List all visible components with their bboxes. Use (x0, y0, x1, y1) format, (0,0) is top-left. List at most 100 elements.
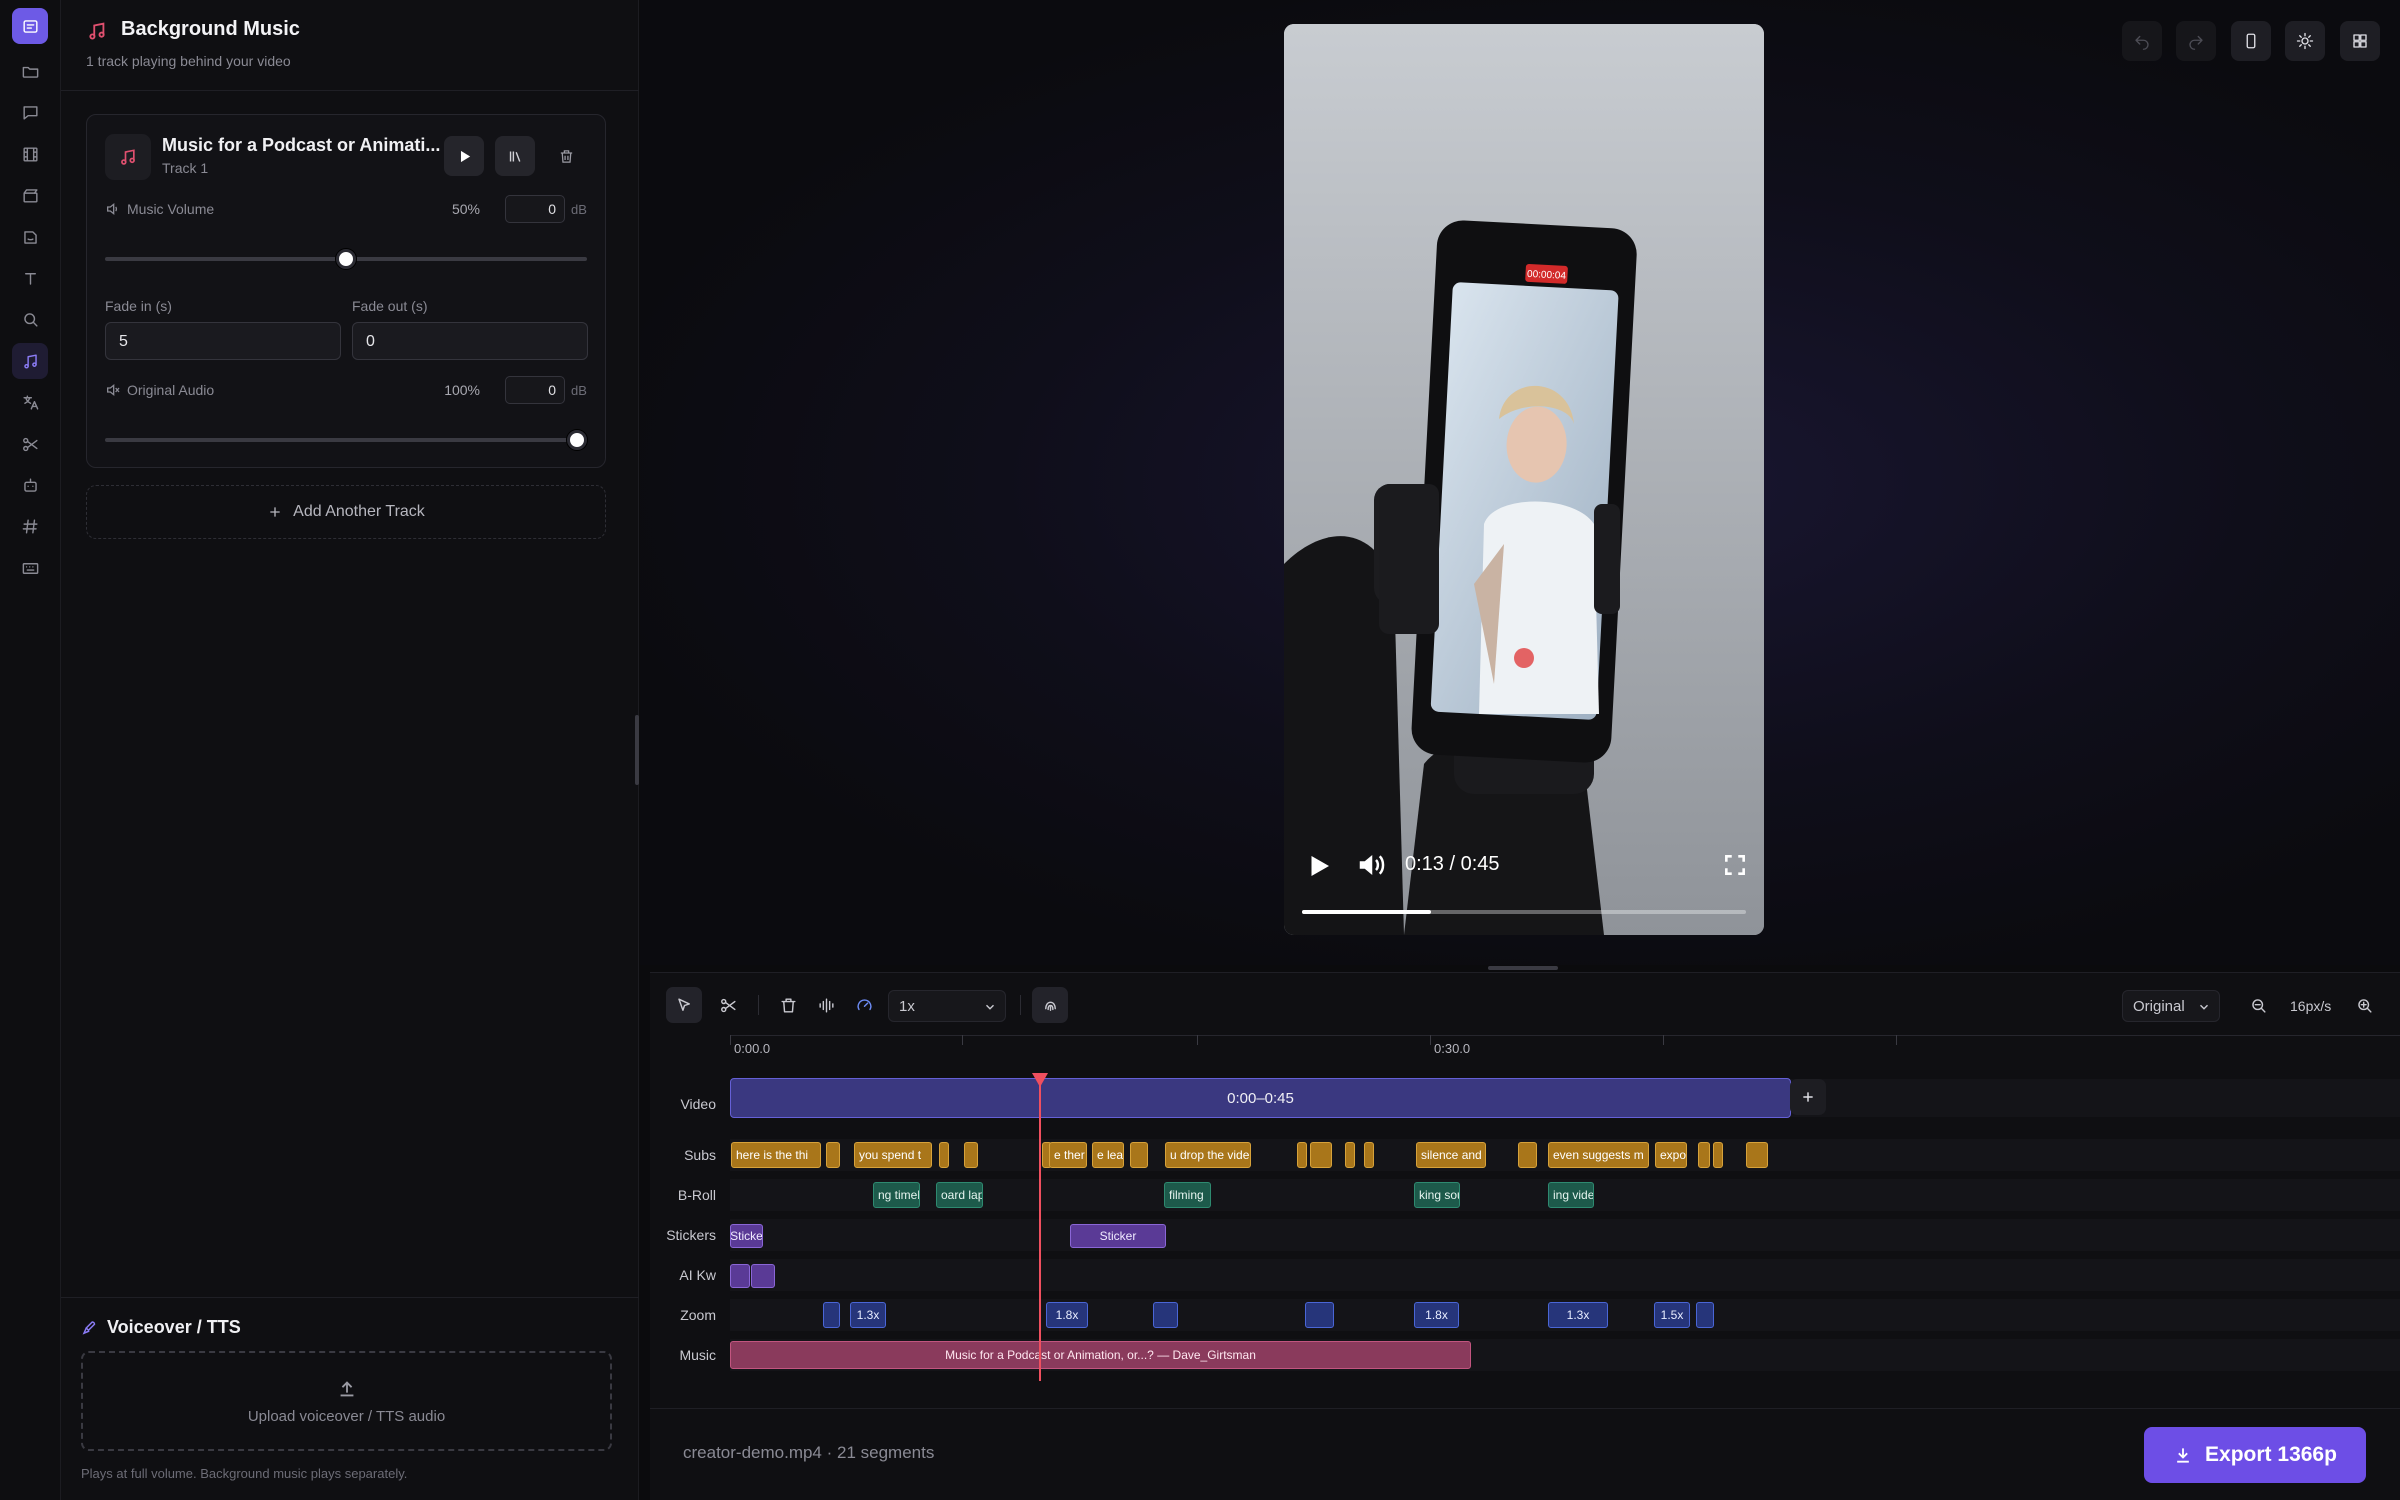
folder-icon[interactable] (12, 53, 48, 89)
zoom-clip[interactable] (1153, 1302, 1178, 1328)
panel-resize-handle[interactable] (635, 715, 639, 785)
subtitle-clip[interactable] (1746, 1142, 1768, 1168)
subtitle-clip[interactable]: e leas (1092, 1142, 1124, 1168)
aspect-ratio-button[interactable] (2231, 21, 2271, 61)
zoom-clip[interactable]: 1.5x (1654, 1302, 1690, 1328)
add-video-clip-button[interactable] (1790, 1079, 1826, 1115)
robot-icon[interactable] (12, 467, 48, 503)
keyboard-icon[interactable] (12, 550, 48, 586)
music-icon[interactable] (12, 343, 48, 379)
subtitle-clip[interactable]: u drop the vide (1165, 1142, 1251, 1168)
play-track-button[interactable] (444, 136, 484, 176)
playhead-handle[interactable] (1032, 1073, 1048, 1087)
playhead[interactable] (1039, 1073, 1041, 1381)
library-button[interactable] (495, 136, 535, 176)
subtitle-clip[interactable]: expo (1655, 1142, 1687, 1168)
panel-title: Background Music (121, 18, 300, 40)
subtitle-clip[interactable] (964, 1142, 978, 1168)
timeline-resize-handle[interactable] (1488, 966, 1558, 970)
delete-clip-button[interactable] (770, 987, 806, 1023)
fullscreen-icon[interactable] (1722, 852, 1748, 878)
zoom-out-button[interactable] (2240, 987, 2276, 1023)
row-label-subs: Subs (684, 1147, 716, 1163)
original-audio-slider[interactable] (105, 438, 587, 442)
sticker-clip[interactable]: Sticker (1070, 1224, 1166, 1248)
zoom-clip[interactable]: 1.8x (1414, 1302, 1459, 1328)
zoom-clip[interactable] (823, 1302, 840, 1328)
broll-clip[interactable]: ng timel (873, 1182, 920, 1208)
zoom-clip[interactable] (1696, 1302, 1714, 1328)
subtitle-clip[interactable] (1518, 1142, 1537, 1168)
toolbar-separator (758, 995, 759, 1015)
music-volume-thumb[interactable] (336, 249, 356, 269)
theme-toggle-button[interactable] (2285, 21, 2325, 61)
original-audio-db-input[interactable]: 0 (505, 376, 565, 404)
fade-out-label: Fade out (s) (352, 298, 428, 314)
video-clip[interactable]: 0:00–0:45 (730, 1078, 1791, 1118)
add-another-track-button[interactable]: Add Another Track (86, 485, 606, 539)
subtitle-clip[interactable]: even suggests m (1548, 1142, 1649, 1168)
subtitle-clip[interactable] (1297, 1142, 1307, 1168)
subtitle-clip[interactable]: here is the thi (731, 1142, 821, 1168)
zoom-clip[interactable] (1305, 1302, 1334, 1328)
track-name: Music for a Podcast or Animati... (162, 135, 441, 155)
quality-select[interactable]: Original (2122, 990, 2220, 1022)
redo-button[interactable] (2176, 21, 2216, 61)
text-icon[interactable] (12, 260, 48, 296)
undo-button[interactable] (2122, 21, 2162, 61)
original-audio-thumb[interactable] (567, 430, 587, 450)
select-tool-button[interactable] (666, 987, 702, 1023)
panel-subtitle: 1 track playing behind your video (86, 53, 291, 69)
film-icon[interactable] (12, 136, 48, 172)
subtitle-clip[interactable]: you spend t (854, 1142, 932, 1168)
hashtag-icon[interactable] (12, 508, 48, 544)
video-play-button[interactable] (1304, 851, 1334, 881)
zoom-clip[interactable]: 1.3x (1548, 1302, 1608, 1328)
subtitle-clip[interactable] (1345, 1142, 1355, 1168)
split-tool-button[interactable] (710, 987, 746, 1023)
fade-in-input[interactable]: 5 (105, 322, 341, 360)
clapper-icon[interactable] (12, 177, 48, 213)
subtitle-clip[interactable] (1364, 1142, 1374, 1168)
voiceover-upload-dropzone[interactable]: Upload voiceover / TTS audio (81, 1351, 612, 1451)
speed-button[interactable] (846, 987, 882, 1023)
subtitle-clip[interactable] (1310, 1142, 1332, 1168)
layout-button[interactable] (2340, 21, 2380, 61)
subtitle-clip[interactable] (939, 1142, 949, 1168)
video-progress-bar[interactable] (1302, 910, 1746, 914)
scissors-icon[interactable] (12, 426, 48, 462)
sticker-icon[interactable] (12, 219, 48, 255)
speed-select[interactable]: 1x (888, 990, 1006, 1022)
ai-keyword-clip[interactable] (730, 1264, 750, 1288)
broll-clip[interactable]: ing vide (1548, 1182, 1594, 1208)
fade-out-input[interactable]: 0 (352, 322, 588, 360)
zoom-clip[interactable]: 1.3x (850, 1302, 886, 1328)
broll-clip[interactable]: king sou (1414, 1182, 1460, 1208)
chat-icon[interactable] (12, 94, 48, 130)
zoom-in-button[interactable] (2346, 987, 2382, 1023)
subtitle-clip[interactable]: silence and (1416, 1142, 1486, 1168)
ai-keyword-clip[interactable] (751, 1264, 775, 1288)
export-button[interactable]: Export 1366p (2144, 1427, 2366, 1483)
music-volume-db-input[interactable]: 0 (505, 195, 565, 223)
sticker-clip[interactable]: Sticke (730, 1224, 763, 1248)
time-ruler[interactable] (730, 1035, 2400, 1036)
translate-icon[interactable] (12, 384, 48, 420)
subtitle-clip[interactable] (1713, 1142, 1723, 1168)
zoom-icon[interactable] (12, 301, 48, 337)
music-clip[interactable]: Music for a Podcast or Animation, or...?… (730, 1341, 1471, 1369)
subtitle-clip[interactable] (1130, 1142, 1148, 1168)
app-logo-icon[interactable] (12, 8, 48, 44)
ai-keywords-lane (730, 1259, 2400, 1291)
broll-clip[interactable]: filming (1164, 1182, 1211, 1208)
waveform-button[interactable] (808, 987, 844, 1023)
video-preview[interactable]: 00:00:04 (1284, 24, 1764, 935)
subtitle-clip[interactable]: e ther (1049, 1142, 1087, 1168)
volume-icon[interactable] (1356, 850, 1386, 880)
broll-clip[interactable]: oard lap (936, 1182, 983, 1208)
delete-track-button[interactable] (546, 136, 586, 176)
subtitle-clip[interactable] (826, 1142, 840, 1168)
subtitle-clip[interactable] (1698, 1142, 1710, 1168)
magnet-snap-button[interactable] (1032, 987, 1068, 1023)
zoom-clip[interactable]: 1.8x (1046, 1302, 1088, 1328)
